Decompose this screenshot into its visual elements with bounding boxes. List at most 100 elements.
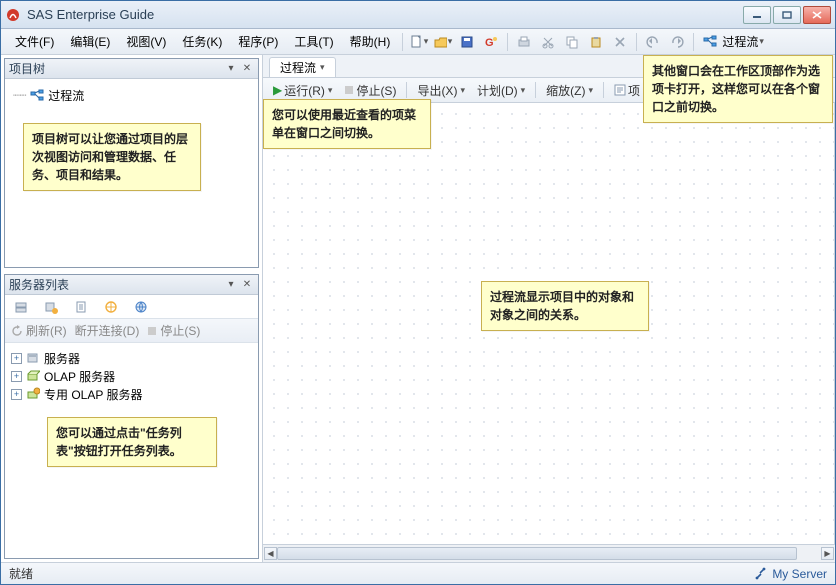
schedule-button[interactable]: 计划(D) ▾ [473,80,529,101]
chevron-down-icon[interactable]: ▾ [320,62,325,73]
menu-edit[interactable]: 编辑(E) [62,30,118,53]
maximize-button[interactable] [773,6,801,24]
status-ready: 就绪 [9,565,33,582]
project-tree-body: ┈┈ 过程流 项目树可以让您通过项目的层次视图访问和管理数据、任务、项目和结果。 [5,79,258,267]
left-column: 项目树 ▾ ✕ ┈┈ 过程流 项目树可以让您通过项目的层次视图访问和管理数据、任… [1,55,263,562]
process-flow-node-icon [30,89,44,103]
toolbar-group-undo [641,33,689,51]
disconnect-button[interactable]: 断开连接(D) [75,322,140,339]
menu-file[interactable]: 文件(F) [7,30,62,53]
project-tree-header: 项目树 ▾ ✕ [5,59,258,79]
server-props-icon[interactable] [72,298,90,316]
expander-icon[interactable]: + [11,353,22,364]
menu-view[interactable]: 视图(V) [118,30,174,53]
server-node-icon [26,351,40,365]
server-row-dedicated-olap[interactable]: + 专用 OLAP 服务器 [11,385,252,403]
run-button[interactable]: ▶ 运行(R) ▾ [269,80,336,101]
process-flow-button-label[interactable]: 过程流 [722,33,758,50]
process-flow-dd[interactable]: ▾ [759,36,764,47]
project-log-button[interactable]: 项 [610,80,644,101]
undo-icon[interactable] [644,33,662,51]
status-server[interactable]: My Server [754,567,827,581]
scroll-thumb[interactable] [277,547,797,560]
minimize-button[interactable] [743,6,771,24]
callout-project-tree: 项目树可以让您通过项目的层次视图访问和管理数据、任务、项目和结果。 [23,123,201,191]
disconnect-label: 断开连接(D) [75,322,140,339]
print-icon[interactable] [515,33,533,51]
menu-help[interactable]: 帮助(H) [342,30,399,53]
server-toolbar-icons [5,295,258,319]
toolbar-group-file: ▾ ▾ G [407,33,503,51]
horizontal-scrollbar[interactable]: ◀ ▶ [263,544,835,562]
flow-toolbar-sep-2 [535,82,536,98]
save-icon[interactable] [458,33,476,51]
paste-icon[interactable] [587,33,605,51]
menu-program[interactable]: 程序(P) [230,30,286,53]
project-tree-title: 项目树 [9,60,222,77]
close-panel-icon[interactable]: ✕ [240,62,254,76]
server-list-header: 服务器列表 ▾ ✕ [5,275,258,295]
tree-row-label: 过程流 [48,87,84,104]
close-button[interactable] [803,6,831,24]
refresh-label: 刷新(R) [26,322,67,339]
refresh-button[interactable]: 刷新(R) [11,322,67,339]
project-tree-panel: 项目树 ▾ ✕ ┈┈ 过程流 项目树可以让您通过项目的层次视图访问和管理数据、任… [4,58,259,268]
expander-icon[interactable]: + [11,389,22,400]
stop-server-button[interactable]: 停止(S) [147,322,200,339]
menu-separator [402,33,403,51]
open-icon[interactable]: ▾ [434,33,452,51]
server-row-label: OLAP 服务器 [44,368,115,385]
pin-icon-2[interactable]: ▾ [224,278,238,292]
cut-icon[interactable] [539,33,557,51]
export-label: 导出(X) [417,82,457,99]
new-icon[interactable]: ▾ [410,33,428,51]
menu-tasks[interactable]: 任务(K) [174,30,230,53]
process-flow-icon[interactable] [701,33,719,51]
server-add-icon[interactable] [42,298,60,316]
server-list-panel: 服务器列表 ▾ ✕ 刷新(R) 断开连接(D) [4,274,259,559]
copy-icon[interactable] [563,33,581,51]
g-icon[interactable]: G [482,33,500,51]
flow-tab-label: 过程流 [280,59,316,76]
server-row-servers[interactable]: + 服务器 [11,349,252,367]
zoom-button[interactable]: 缩放(Z) ▾ [542,80,597,101]
expander-icon[interactable]: + [11,371,22,382]
callout-flow-center: 过程流显示项目中的对象和对象之间的关系。 [481,281,649,331]
export-button[interactable]: 导出(X) ▾ [413,80,469,101]
run-label: 运行(R) [284,82,325,99]
toolbar-separator-2 [636,33,637,51]
olap-node-icon [26,369,40,383]
menu-bar: 文件(F) 编辑(E) 视图(V) 任务(K) 程序(P) 工具(T) 帮助(H… [1,29,835,55]
server-tree: + 服务器 + OLAP 服务器 + 专用 OLAP 服务器 [5,343,258,409]
client-area: 项目树 ▾ ✕ ┈┈ 过程流 项目树可以让您通过项目的层次视图访问和管理数据、任… [1,55,835,562]
server-web-icon[interactable] [132,298,150,316]
flow-canvas[interactable]: 您可以使用最近查看的项菜单在窗口之间切换。 过程流显示项目中的对象和对象之间的关… [263,103,835,544]
scroll-left-icon[interactable]: ◀ [264,547,277,560]
server-list-title: 服务器列表 [9,276,222,293]
log-icon [614,84,626,96]
stop-icon [147,326,157,336]
dedicated-olap-node-icon [26,387,40,401]
delete-icon[interactable] [611,33,629,51]
server-icon[interactable] [12,298,30,316]
server-find-icon[interactable] [102,298,120,316]
schedule-label: 计划(D) [477,82,518,99]
project-log-label: 项 [628,82,640,99]
callout-other-windows: 其他窗口会在工作区顶部作为选项卡打开，这样您可以在各个窗口之前切换。 [643,55,833,123]
play-icon: ▶ [273,83,282,97]
pin-icon[interactable]: ▾ [224,62,238,76]
flow-toolbar-sep-1 [406,82,407,98]
redo-icon[interactable] [668,33,686,51]
server-row-olap[interactable]: + OLAP 服务器 [11,367,252,385]
menu-tools[interactable]: 工具(T) [286,30,341,53]
stop-button[interactable]: 停止(S) [340,80,400,101]
server-list-body: + 服务器 + OLAP 服务器 + 专用 OLAP 服务器 [5,343,258,558]
stop-server-label: 停止(S) [160,322,200,339]
window-title: SAS Enterprise Guide [27,7,743,22]
close-panel-icon-2[interactable]: ✕ [240,278,254,292]
tree-row-process-flow[interactable]: ┈┈ 过程流 [13,87,250,104]
flow-tab[interactable]: 过程流 ▾ [269,57,336,77]
project-tree: ┈┈ 过程流 [5,79,258,112]
flow-toolbar-sep-3 [603,82,604,98]
scroll-right-icon[interactable]: ▶ [821,547,834,560]
